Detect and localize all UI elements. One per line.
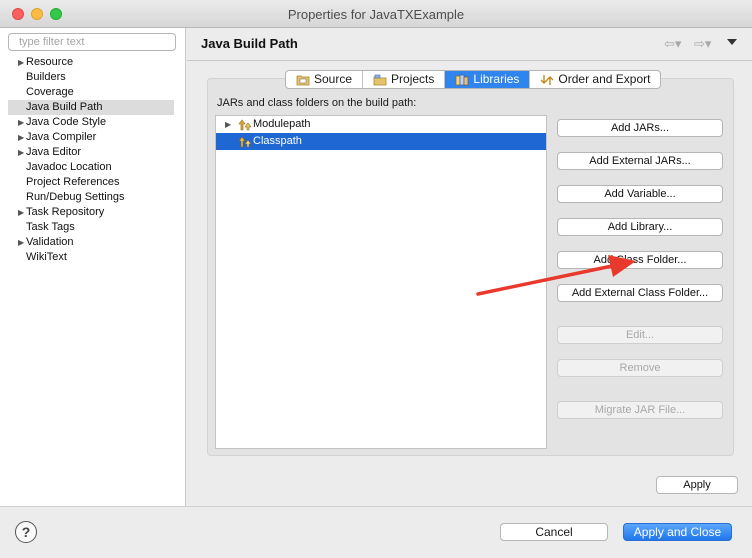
tab-order-and-export[interactable]: Order and Export	[530, 71, 660, 88]
tree-item-label: Classpath	[253, 135, 302, 147]
add-external-jars-button[interactable]: Add External JARs...	[557, 152, 723, 170]
source-folder-icon	[296, 75, 310, 85]
expand-arrow-icon[interactable]: ▶	[18, 115, 24, 130]
window-title: Properties for JavaTXExample	[287, 7, 465, 22]
add-class-folder-button[interactable]: Add Class Folder...	[557, 251, 723, 269]
sidebar-tree: ▶ Resource Builders Coverage Java Build P…	[8, 55, 174, 265]
tree-item-modulepath[interactable]: ▶ Modulepath	[216, 116, 546, 133]
tree-item-classpath[interactable]: Classpath	[216, 133, 546, 150]
sidebar-item-label: Coverage	[26, 86, 74, 98]
apply-button[interactable]: Apply	[656, 476, 738, 494]
sidebar-item-java-build-path[interactable]: Java Build Path	[8, 100, 174, 115]
migrate-jar-button[interactable]: Migrate JAR File...	[557, 401, 723, 419]
sidebar-item-label: Java Editor	[26, 146, 82, 158]
tree-item-label: Modulepath	[253, 118, 311, 130]
sidebar-item-validation[interactable]: ▶ Validation	[8, 235, 174, 250]
sidebar-item-label: Task Tags	[26, 221, 75, 233]
sidebar-item-label: Project References	[26, 176, 120, 188]
expand-arrow-icon[interactable]: ▶	[18, 130, 24, 145]
build-path-tree[interactable]: ▶ Modulepath Classpath	[215, 115, 547, 449]
classpath-icon	[238, 136, 252, 148]
sidebar-item-wikitext[interactable]: WikiText	[8, 250, 174, 265]
forward-arrow-icon[interactable]: ⇨▾	[694, 36, 711, 52]
sidebar-item-label: Java Code Style	[26, 116, 107, 128]
sidebar-item-label: Run/Debug Settings	[26, 191, 125, 203]
title-bar: Properties for JavaTXExample	[0, 0, 752, 28]
page-header: Java Build Path ⇦▾ ⇨▾	[187, 28, 752, 61]
preferences-sidebar: type filter text ▶ Resource Builders Cove…	[0, 28, 186, 506]
sidebar-item-label: Javadoc Location	[26, 161, 112, 173]
tab-source[interactable]: Source	[286, 71, 364, 88]
libraries-icon	[456, 74, 469, 85]
apply-and-close-button[interactable]: Apply and Close	[623, 523, 732, 541]
tab-projects[interactable]: Projects	[363, 71, 446, 88]
back-arrow-icon[interactable]: ⇦▾	[664, 36, 681, 52]
add-jars-button[interactable]: Add JARs...	[557, 119, 723, 137]
sidebar-item-coverage[interactable]: Coverage	[8, 85, 174, 100]
tab-label: Source	[314, 72, 353, 86]
tab-label: Libraries	[473, 72, 520, 86]
sidebar-item-label: Java Compiler	[26, 131, 97, 143]
sidebar-item-task-tags[interactable]: Task Tags	[8, 220, 174, 235]
tab-bar: Source Projects Libraries Order and Expo…	[285, 70, 662, 89]
expand-arrow-icon[interactable]: ▶	[18, 145, 24, 160]
expand-arrow-icon[interactable]: ▶	[225, 116, 231, 133]
expand-arrow-icon[interactable]: ▶	[18, 55, 24, 70]
sidebar-item-run-debug-settings[interactable]: Run/Debug Settings	[8, 190, 174, 205]
tab-label: Order and Export	[558, 72, 651, 86]
sidebar-item-javadoc-location[interactable]: Javadoc Location	[8, 160, 174, 175]
sidebar-item-label: Builders	[26, 71, 66, 83]
sidebar-item-task-repository[interactable]: ▶ Task Repository	[8, 205, 174, 220]
page-title: Java Build Path	[201, 36, 298, 51]
edit-button[interactable]: Edit...	[557, 326, 723, 344]
view-menu-icon[interactable]	[727, 39, 737, 45]
sidebar-item-java-editor[interactable]: ▶ Java Editor	[8, 145, 174, 160]
sidebar-item-label: Resource	[26, 56, 74, 68]
projects-icon	[373, 74, 387, 85]
sidebar-item-resource[interactable]: ▶ Resource	[8, 55, 174, 70]
expand-arrow-icon[interactable]: ▶	[18, 235, 24, 250]
sidebar-item-builders[interactable]: Builders	[8, 70, 174, 85]
modulepath-icon	[238, 119, 252, 131]
build-path-description: JARs and class folders on the build path…	[217, 97, 417, 109]
tab-libraries[interactable]: Libraries	[445, 71, 531, 88]
sidebar-item-project-references[interactable]: Project References	[8, 175, 174, 190]
tab-label: Projects	[391, 72, 435, 86]
help-icon[interactable]: ?	[15, 521, 37, 543]
sidebar-item-label: Task Repository	[26, 206, 105, 218]
add-external-class-folder-button[interactable]: Add External Class Folder...	[557, 284, 723, 302]
dialog-button-bar: ? Cancel Apply and Close	[0, 506, 752, 558]
sidebar-item-label: Validation	[26, 236, 74, 248]
property-page: Java Build Path ⇦▾ ⇨▾ Source Projects Li…	[187, 28, 752, 506]
sidebar-item-label: WikiText	[26, 251, 67, 263]
filter-input[interactable]: type filter text	[8, 33, 176, 51]
order-export-icon	[540, 74, 554, 85]
sidebar-item-java-compiler[interactable]: ▶ Java Compiler	[8, 130, 174, 145]
sidebar-item-label: Java Build Path	[26, 101, 103, 113]
cancel-button[interactable]: Cancel	[500, 523, 608, 541]
remove-button[interactable]: Remove	[557, 359, 723, 377]
expand-arrow-icon[interactable]: ▶	[18, 205, 24, 220]
sidebar-item-java-code-style[interactable]: ▶ Java Code Style	[8, 115, 174, 130]
add-library-button[interactable]: Add Library...	[557, 218, 723, 236]
add-variable-button[interactable]: Add Variable...	[557, 185, 723, 203]
